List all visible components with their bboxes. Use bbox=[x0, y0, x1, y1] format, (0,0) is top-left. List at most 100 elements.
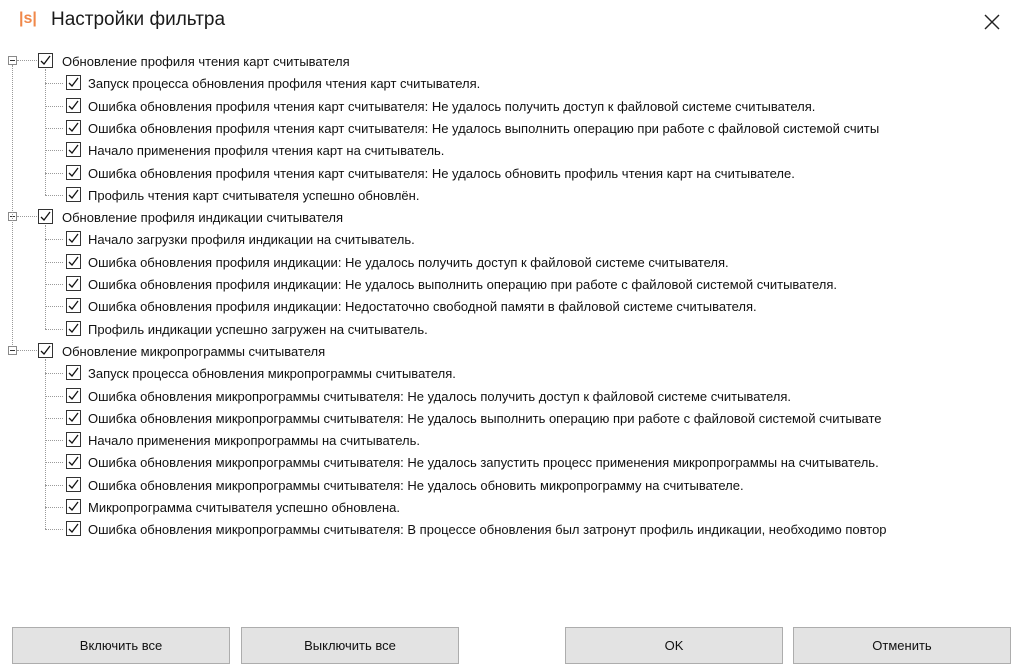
tree-item-row[interactable]: Ошибка обновления микропрограммы считыва… bbox=[0, 475, 1019, 497]
group-checkbox[interactable] bbox=[38, 342, 53, 358]
item-checkbox[interactable] bbox=[66, 253, 81, 269]
tree-item-row[interactable]: Профиль индикации успешно загружен на сч… bbox=[0, 319, 1019, 341]
disable-all-button[interactable]: Выключить все bbox=[241, 627, 459, 664]
tree-item-row[interactable]: Начало применения профиля чтения карт на… bbox=[0, 140, 1019, 162]
item-checkbox[interactable] bbox=[66, 432, 81, 448]
checkmark-icon bbox=[68, 501, 79, 511]
tree-connector-line bbox=[45, 395, 63, 397]
item-checkbox[interactable] bbox=[66, 320, 81, 336]
tree-connector-line bbox=[45, 306, 63, 308]
tree-connector-line bbox=[45, 284, 63, 285]
tree-connector-line bbox=[45, 440, 63, 442]
tree-connector-line bbox=[45, 373, 63, 375]
group-checkbox[interactable] bbox=[38, 209, 53, 225]
item-checkbox[interactable] bbox=[66, 119, 81, 135]
tree-item-row[interactable]: Ошибка обновления профиля чтения карт сч… bbox=[0, 163, 1019, 185]
tree-connector-line bbox=[45, 225, 46, 329]
tree-item-row[interactable]: Профиль чтения карт считывателя успешно … bbox=[0, 185, 1019, 207]
tree-item-row[interactable]: Запуск процесса обновления профиля чтени… bbox=[0, 73, 1019, 95]
tree-connector-line bbox=[45, 239, 63, 241]
tree-item-row[interactable]: Запуск процесса обновления микропрограмм… bbox=[0, 363, 1019, 385]
group-label: Обновление профиля индикации считывателя bbox=[62, 210, 344, 226]
tree-connector-line bbox=[17, 349, 37, 351]
item-label: Ошибка обновления микропрограммы считыва… bbox=[88, 522, 887, 538]
tree-item-row[interactable]: Ошибка обновления профиля индикации: Не … bbox=[0, 274, 1019, 296]
checkmark-icon bbox=[68, 256, 79, 266]
tree-item-row[interactable]: Начало загрузки профиля индикации на счи… bbox=[0, 229, 1019, 251]
item-checkbox[interactable] bbox=[66, 231, 81, 247]
item-checkbox[interactable] bbox=[66, 164, 81, 180]
tree-connector-line bbox=[17, 216, 37, 218]
item-checkbox[interactable] bbox=[66, 499, 81, 514]
tree-connector-line bbox=[45, 194, 63, 196]
checkmark-icon bbox=[68, 300, 79, 311]
item-checkbox[interactable] bbox=[66, 97, 81, 113]
item-checkbox[interactable] bbox=[66, 387, 81, 403]
tree-item-row[interactable]: Ошибка обновления микропрограммы считыва… bbox=[0, 386, 1019, 408]
checkmark-icon bbox=[68, 122, 79, 132]
tree-group-row[interactable]: Обновление профиля чтения карт считывате… bbox=[0, 51, 1019, 73]
item-checkbox[interactable] bbox=[66, 521, 81, 537]
tree-item-row[interactable]: Ошибка обновления микропрограммы считыва… bbox=[0, 408, 1019, 430]
checkmark-icon bbox=[68, 167, 79, 177]
tree-connector-line bbox=[45, 462, 63, 464]
enable-all-button[interactable]: Включить все bbox=[12, 627, 230, 664]
collapse-minus-icon[interactable] bbox=[8, 56, 17, 65]
item-label: Профиль индикации успешно загружен на сч… bbox=[88, 321, 428, 337]
title-bar: |s| Настройки фильтра bbox=[0, 0, 1019, 46]
tree-connector-line bbox=[17, 60, 37, 61]
item-checkbox[interactable] bbox=[66, 75, 81, 91]
tree-connector-line bbox=[45, 69, 46, 195]
tree-connector-line bbox=[45, 529, 63, 531]
tree-item-row[interactable]: Микропрограмма считывателя успешно обнов… bbox=[0, 497, 1019, 519]
tree-connector-line bbox=[45, 507, 63, 508]
tree-item-row[interactable]: Ошибка обновления профиля индикации: Нед… bbox=[0, 296, 1019, 318]
checkmark-icon bbox=[68, 234, 79, 244]
group-checkbox[interactable] bbox=[38, 53, 53, 68]
checkmark-icon bbox=[40, 211, 51, 222]
checkmark-icon bbox=[68, 367, 79, 378]
tree-connector-line bbox=[45, 105, 63, 107]
tree-connector-line bbox=[45, 172, 63, 174]
checkmark-icon bbox=[68, 77, 79, 88]
item-label: Ошибка обновления микропрограммы считыва… bbox=[88, 388, 791, 404]
checkmark-icon bbox=[68, 278, 79, 288]
tree-connector-line bbox=[45, 358, 46, 530]
item-checkbox[interactable] bbox=[66, 365, 81, 381]
checkmark-icon bbox=[68, 100, 79, 110]
item-checkbox[interactable] bbox=[66, 454, 81, 470]
tree-item-row[interactable]: Ошибка обновления микропрограммы считыва… bbox=[0, 519, 1019, 541]
checkmark-icon bbox=[68, 390, 79, 400]
tree-group-row[interactable]: Обновление микропрограммы считывателя bbox=[0, 341, 1019, 363]
cancel-button[interactable]: Отменить bbox=[793, 627, 1011, 664]
item-checkbox[interactable] bbox=[66, 142, 81, 158]
item-label: Ошибка обновления профиля чтения карт сч… bbox=[88, 98, 816, 114]
tree-item-row[interactable]: Ошибка обновления профиля индикации: Не … bbox=[0, 252, 1019, 274]
item-checkbox[interactable] bbox=[66, 186, 81, 202]
checkmark-icon bbox=[68, 523, 79, 534]
item-label: Ошибка обновления профиля индикации: Не … bbox=[88, 254, 729, 270]
tree-item-row[interactable]: Начало применения микропрограммы на счит… bbox=[0, 430, 1019, 452]
item-checkbox[interactable] bbox=[66, 409, 81, 425]
filter-tree[interactable]: Обновление профиля чтения карт считывате… bbox=[0, 51, 1019, 551]
dialog-title: Настройки фильтра bbox=[51, 9, 226, 30]
ok-button[interactable]: OK bbox=[565, 627, 783, 664]
tree-item-row[interactable]: Ошибка обновления микропрограммы считыва… bbox=[0, 452, 1019, 474]
close-button[interactable] bbox=[975, 6, 1009, 38]
checkmark-icon bbox=[68, 434, 79, 445]
item-label: Запуск процесса обновления микропрограмм… bbox=[88, 366, 456, 382]
item-checkbox[interactable] bbox=[66, 276, 81, 291]
checkmark-icon bbox=[68, 457, 79, 467]
tree-item-row[interactable]: Ошибка обновления профиля чтения карт сч… bbox=[0, 118, 1019, 140]
tree-connector-line bbox=[45, 417, 63, 419]
collapse-minus-icon[interactable] bbox=[8, 345, 17, 355]
item-label: Начало применения профиля чтения карт на… bbox=[88, 143, 445, 159]
checkmark-icon bbox=[68, 479, 79, 489]
group-label: Обновление профиля чтения карт считывате… bbox=[62, 54, 350, 69]
item-checkbox[interactable] bbox=[66, 298, 81, 314]
tree-item-row[interactable]: Ошибка обновления профиля чтения карт сч… bbox=[0, 96, 1019, 118]
checkmark-icon bbox=[68, 189, 79, 199]
item-checkbox[interactable] bbox=[66, 476, 81, 492]
group-label: Обновление микропрограммы считывателя bbox=[62, 343, 326, 359]
tree-group-row[interactable]: Обновление профиля индикации считывателя bbox=[0, 207, 1019, 229]
